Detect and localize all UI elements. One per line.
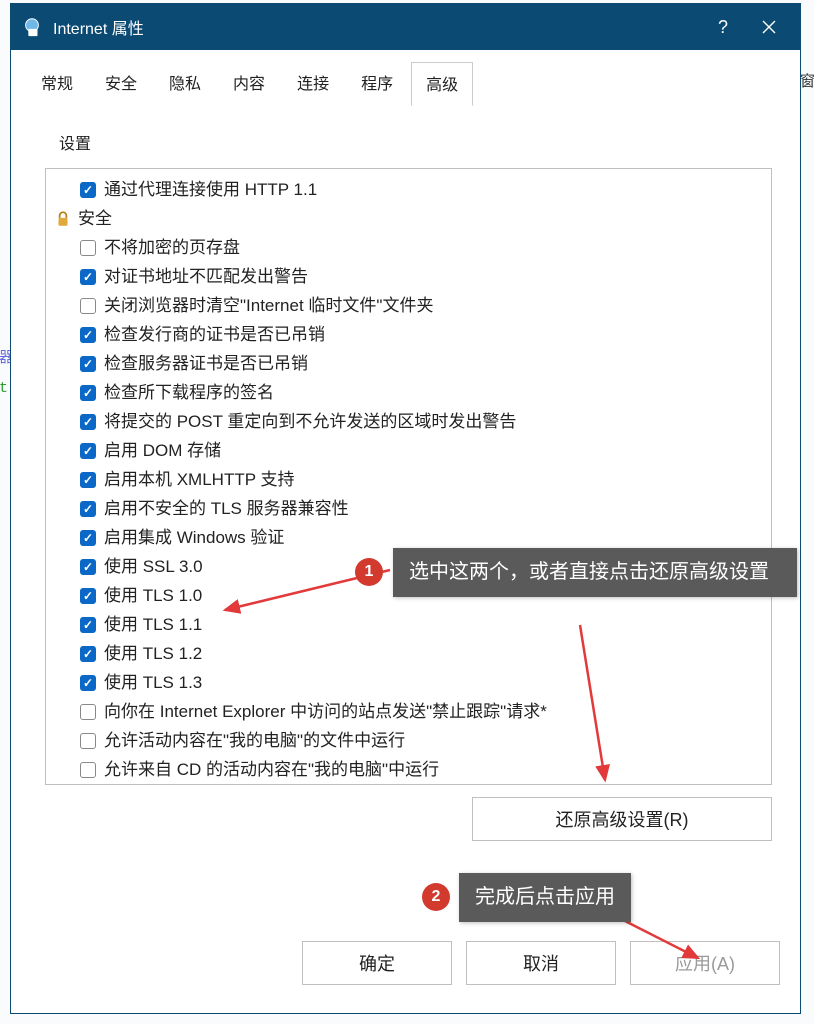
settings-item[interactable]: 启用不安全的 TLS 服务器兼容性 (50, 494, 767, 523)
settings-item-label: 检查服务器证书是否已吊销 (104, 351, 308, 376)
settings-item[interactable]: 使用 TLS 1.1 (50, 610, 767, 639)
annotation-badge-1: 1 (355, 558, 383, 586)
checkbox[interactable] (80, 443, 96, 459)
settings-item-label: 启用本机 XMLHTTP 支持 (104, 467, 294, 492)
settings-listbox[interactable]: 通过代理连接使用 HTTP 1.1 安全不将加密的页存盘对证书地址不匹配发出警告关… (45, 168, 772, 785)
checkbox[interactable] (80, 356, 96, 372)
settings-item-label: 检查所下载程序的签名 (104, 380, 274, 405)
settings-item-label: 不将加密的页存盘 (104, 235, 240, 260)
apply-button[interactable]: 应用(A) (630, 941, 780, 985)
settings-item[interactable]: 检查发行商的证书是否已吊销 (50, 320, 767, 349)
annotation-callout-2: 完成后点击应用 (459, 873, 631, 922)
settings-item[interactable]: 允许来自 CD 的活动内容在"我的电脑"中运行 (50, 755, 767, 784)
lock-icon (54, 210, 72, 228)
checkbox[interactable] (80, 414, 96, 430)
settings-item-label: 启用不安全的 TLS 服务器兼容性 (104, 496, 349, 521)
restore-advanced-button[interactable]: 还原高级设置(R) (472, 797, 772, 841)
checkbox[interactable] (80, 298, 96, 314)
tab-strip: 常规安全隐私内容连接程序高级 (11, 50, 800, 106)
checkbox[interactable] (80, 182, 96, 198)
settings-item[interactable]: 向你在 Internet Explorer 中访问的站点发送"禁止跟踪"请求* (50, 697, 767, 726)
settings-item[interactable]: 检查服务器证书是否已吊销 (50, 349, 767, 378)
settings-item-label: 使用 TLS 1.2 (104, 641, 202, 666)
tab-connections[interactable]: 连接 (283, 62, 343, 105)
settings-item[interactable]: 通过代理连接使用 HTTP 1.1 (50, 175, 767, 204)
checkbox[interactable] (80, 762, 96, 778)
settings-item-label: 使用 SSL 3.0 (104, 554, 203, 579)
tab-general[interactable]: 常规 (27, 62, 87, 105)
settings-item-label: 使用 TLS 1.3 (104, 670, 202, 695)
settings-item-label: 安全 (78, 206, 112, 231)
settings-item-label: 将提交的 POST 重定向到不允许发送的区域时发出警告 (104, 409, 516, 434)
settings-item-label: 允许来自 CD 的活动内容在"我的电脑"中运行 (104, 757, 439, 782)
checkbox[interactable] (80, 501, 96, 517)
internet-options-icon (21, 16, 43, 38)
settings-item[interactable]: 关闭浏览器时清空"Internet 临时文件"文件夹 (50, 291, 767, 320)
settings-item[interactable]: 启用本机 XMLHTTP 支持 (50, 465, 767, 494)
ok-button[interactable]: 确定 (302, 941, 452, 985)
bg-text: 窗 (800, 70, 814, 91)
checkbox[interactable] (80, 675, 96, 691)
tab-advanced[interactable]: 高级 (411, 62, 473, 106)
checkbox[interactable] (80, 385, 96, 401)
bg-text: t (0, 380, 8, 397)
advanced-panel: 设置 通过代理连接使用 HTTP 1.1 安全不将加密的页存盘对证书地址不匹配发出… (11, 106, 800, 931)
settings-item-label: 向你在 Internet Explorer 中访问的站点发送"禁止跟踪"请求* (104, 699, 547, 724)
tab-content[interactable]: 内容 (219, 62, 279, 105)
settings-item[interactable]: 使用 TLS 1.3 (50, 668, 767, 697)
settings-item-label: 使用 TLS 1.0 (104, 583, 202, 608)
settings-label: 设置 (59, 130, 772, 154)
cancel-button[interactable]: 取消 (466, 941, 616, 985)
checkbox[interactable] (80, 240, 96, 256)
dialog-footer: 确定 取消 应用(A) (11, 931, 800, 1013)
settings-item[interactable]: 使用 TLS 1.2 (50, 639, 767, 668)
settings-item-label: 检查发行商的证书是否已吊销 (104, 322, 325, 347)
checkbox[interactable] (80, 646, 96, 662)
internet-options-dialog: Internet 属性 ? 常规安全隐私内容连接程序高级 设置 通过代理连接使用… (10, 3, 801, 1014)
settings-item[interactable]: 不将加密的页存盘 (50, 233, 767, 262)
settings-item-label: 使用 TLS 1.1 (104, 612, 202, 637)
settings-item[interactable]: 启用 DOM 存储 (50, 436, 767, 465)
settings-item-label: 对证书地址不匹配发出警告 (104, 264, 308, 289)
annotation-callout-1: 选中这两个，或者直接点击还原高级设置 (393, 548, 797, 597)
checkbox[interactable] (80, 704, 96, 720)
window-title: Internet 属性 (53, 15, 700, 39)
checkbox[interactable] (80, 327, 96, 343)
settings-item-label: 关闭浏览器时清空"Internet 临时文件"文件夹 (104, 293, 433, 318)
checkbox[interactable] (80, 733, 96, 749)
checkbox[interactable] (80, 588, 96, 604)
settings-item-label: 启用集成 Windows 验证 (104, 525, 284, 550)
close-button[interactable] (746, 4, 792, 50)
checkbox[interactable] (80, 617, 96, 633)
tab-programs[interactable]: 程序 (347, 62, 407, 105)
checkbox[interactable] (80, 269, 96, 285)
checkbox[interactable] (80, 472, 96, 488)
settings-item[interactable]: 检查所下载程序的签名 (50, 378, 767, 407)
settings-category: 安全 (50, 204, 767, 233)
tab-security[interactable]: 安全 (91, 62, 151, 105)
settings-item-label: 启用 DOM 存储 (104, 438, 221, 463)
settings-item[interactable]: 对证书地址不匹配发出警告 (50, 262, 767, 291)
checkbox[interactable] (80, 559, 96, 575)
checkbox[interactable] (80, 530, 96, 546)
settings-item[interactable]: 将提交的 POST 重定向到不允许发送的区域时发出警告 (50, 407, 767, 436)
settings-item-label: 通过代理连接使用 HTTP 1.1 (104, 177, 317, 202)
settings-item-label: 允许活动内容在"我的电脑"的文件中运行 (104, 728, 405, 753)
tab-privacy[interactable]: 隐私 (155, 62, 215, 105)
titlebar: Internet 属性 ? (11, 4, 800, 50)
annotation-badge-2: 2 (422, 883, 450, 911)
settings-item[interactable]: 允许活动内容在"我的电脑"的文件中运行 (50, 726, 767, 755)
help-button[interactable]: ? (700, 4, 746, 50)
